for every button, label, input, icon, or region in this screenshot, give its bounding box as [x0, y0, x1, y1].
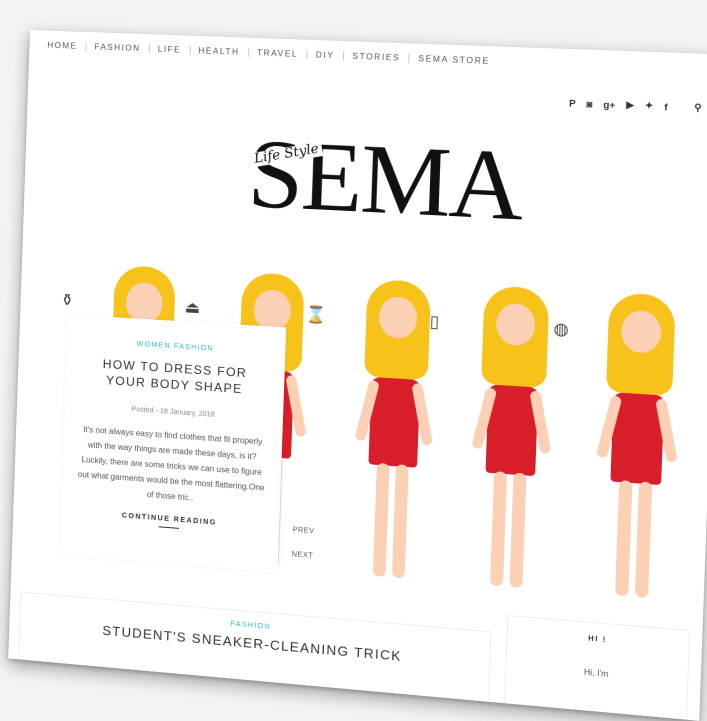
illustration-figure: [593, 292, 681, 602]
logo-wordmark: SEMA: [246, 118, 524, 242]
pinterest-icon[interactable]: P: [569, 98, 576, 109]
post-title[interactable]: HOW TO DRESS FOR YOUR BODY SHAPE: [82, 355, 269, 399]
nav-life[interactable]: LIFE: [149, 44, 191, 55]
nav-sema-store[interactable]: SEMA STORE: [410, 54, 499, 67]
twitter-icon[interactable]: ✦: [645, 100, 654, 112]
nav-fashion[interactable]: FASHION: [86, 42, 150, 54]
youtube-icon[interactable]: ▶: [626, 99, 634, 111]
nav-home[interactable]: HOME: [47, 40, 87, 52]
widget-title: HI !: [588, 635, 607, 645]
illustration-figure: [352, 278, 437, 583]
page: HOME FASHION LIFE HEALTH TRAVEL DIY STOR…: [8, 30, 707, 721]
post-preview: FASHION STUDENT'S SNEAKER-CLEANING TRICK: [17, 591, 492, 717]
social-links: P ◙ g+ ▶ ✦ f ⚲: [569, 97, 702, 114]
site-logo[interactable]: SEMA Life Style: [246, 118, 525, 242]
nav-travel[interactable]: TRAVEL: [248, 47, 308, 60]
body-shape-icon: ⚱: [60, 291, 75, 310]
about-widget: HI ! Hi, I'm: [503, 614, 691, 721]
nav-diy[interactable]: DIY: [307, 49, 345, 61]
search-icon[interactable]: ⚲: [694, 102, 702, 114]
link-underline: [158, 526, 180, 529]
post-excerpt: It's not always easy to find clothes tha…: [77, 424, 265, 503]
instagram-icon[interactable]: ◙: [586, 98, 592, 109]
nav-stories[interactable]: STORIES: [343, 51, 410, 63]
featured-post-card: WOMEN FASHION HOW TO DRESS FOR YOUR BODY…: [59, 314, 287, 573]
rectangle-icon: ▯: [429, 313, 440, 332]
body-shape-icon: ⏏: [184, 299, 201, 318]
post-category[interactable]: WOMEN FASHION: [67, 336, 285, 357]
main-nav: HOME FASHION LIFE HEALTH TRAVEL DIY STOR…: [47, 40, 499, 67]
illustration-figure: [468, 285, 555, 592]
facebook-icon[interactable]: f: [664, 101, 668, 112]
widget-text: Hi, I'm: [583, 667, 609, 679]
nav-health[interactable]: HEALTH: [190, 45, 249, 58]
hourglass-icon: ⌛: [305, 306, 327, 325]
apple-icon: ◍: [553, 320, 570, 340]
post-date: Posted - 18 January, 2018: [131, 406, 215, 419]
google-plus-icon[interactable]: g+: [603, 99, 615, 110]
